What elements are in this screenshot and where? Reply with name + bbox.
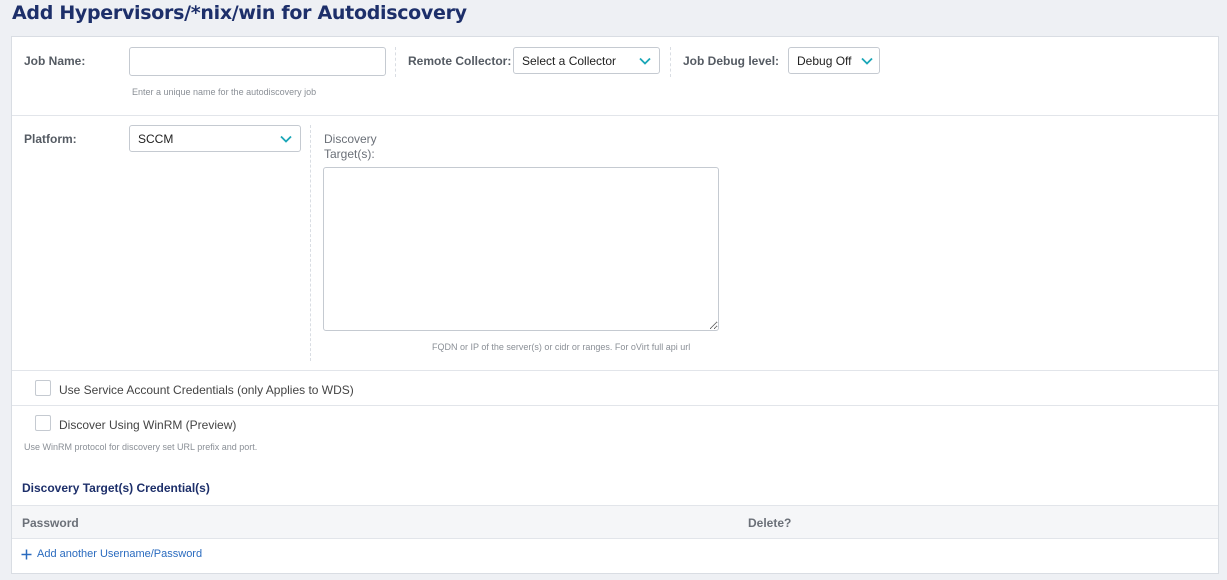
service-account-checkbox[interactable] <box>35 380 51 396</box>
remote-collector-label: Remote Collector: <box>408 54 512 68</box>
credentials-heading: Discovery Target(s) Credential(s) <box>22 481 210 495</box>
service-account-label: Use Service Account Credentials (only Ap… <box>59 383 354 397</box>
platform-label: Platform: <box>24 132 77 146</box>
remote-collector-select[interactable]: Select a Collector <box>513 47 660 74</box>
debug-level-select[interactable]: Debug Off <box>788 47 880 74</box>
divider <box>12 405 1218 406</box>
add-credential-link[interactable]: Add another Username/Password <box>21 548 202 560</box>
divider <box>310 125 311 361</box>
platform-value: SCCM <box>138 131 174 146</box>
discovery-targets-label: Discovery Target(s): <box>324 132 377 162</box>
divider <box>12 370 1218 371</box>
winrm-checkbox[interactable] <box>35 415 51 431</box>
job-name-label: Job Name: <box>24 54 86 68</box>
discovery-targets-label-line2: Target(s): <box>324 147 375 161</box>
credentials-table-header: Password Delete? <box>12 505 1218 539</box>
divider <box>670 47 671 77</box>
platform-select[interactable]: SCCM <box>129 125 301 152</box>
plus-icon <box>21 549 32 559</box>
discovery-targets-textarea[interactable] <box>323 167 719 331</box>
remote-collector-value: Select a Collector <box>522 53 617 68</box>
job-name-input[interactable] <box>129 47 386 76</box>
chevron-down-icon <box>861 57 873 65</box>
debug-level-label: Job Debug level: <box>683 54 780 68</box>
discovery-targets-label-line1: Discovery <box>324 132 377 146</box>
divider <box>395 47 396 77</box>
column-header-password: Password <box>22 516 79 530</box>
discovery-targets-hint: FQDN or IP of the server(s) or cidr or r… <box>432 342 691 352</box>
winrm-label: Discover Using WinRM (Preview) <box>59 418 237 432</box>
divider <box>12 115 1218 116</box>
page-title: Add Hypervisors/*nix/win for Autodiscove… <box>12 2 467 24</box>
debug-level-value: Debug Off <box>797 53 852 68</box>
chevron-down-icon <box>280 135 292 143</box>
autodiscovery-form: Job Name: Enter a unique name for the au… <box>11 36 1219 574</box>
chevron-down-icon <box>639 57 651 65</box>
job-name-hint: Enter a unique name for the autodiscover… <box>132 87 317 97</box>
add-credential-label: Add another Username/Password <box>37 548 203 560</box>
winrm-hint: Use WinRM protocol for discovery set URL… <box>24 442 258 452</box>
column-header-delete: Delete? <box>748 516 792 530</box>
